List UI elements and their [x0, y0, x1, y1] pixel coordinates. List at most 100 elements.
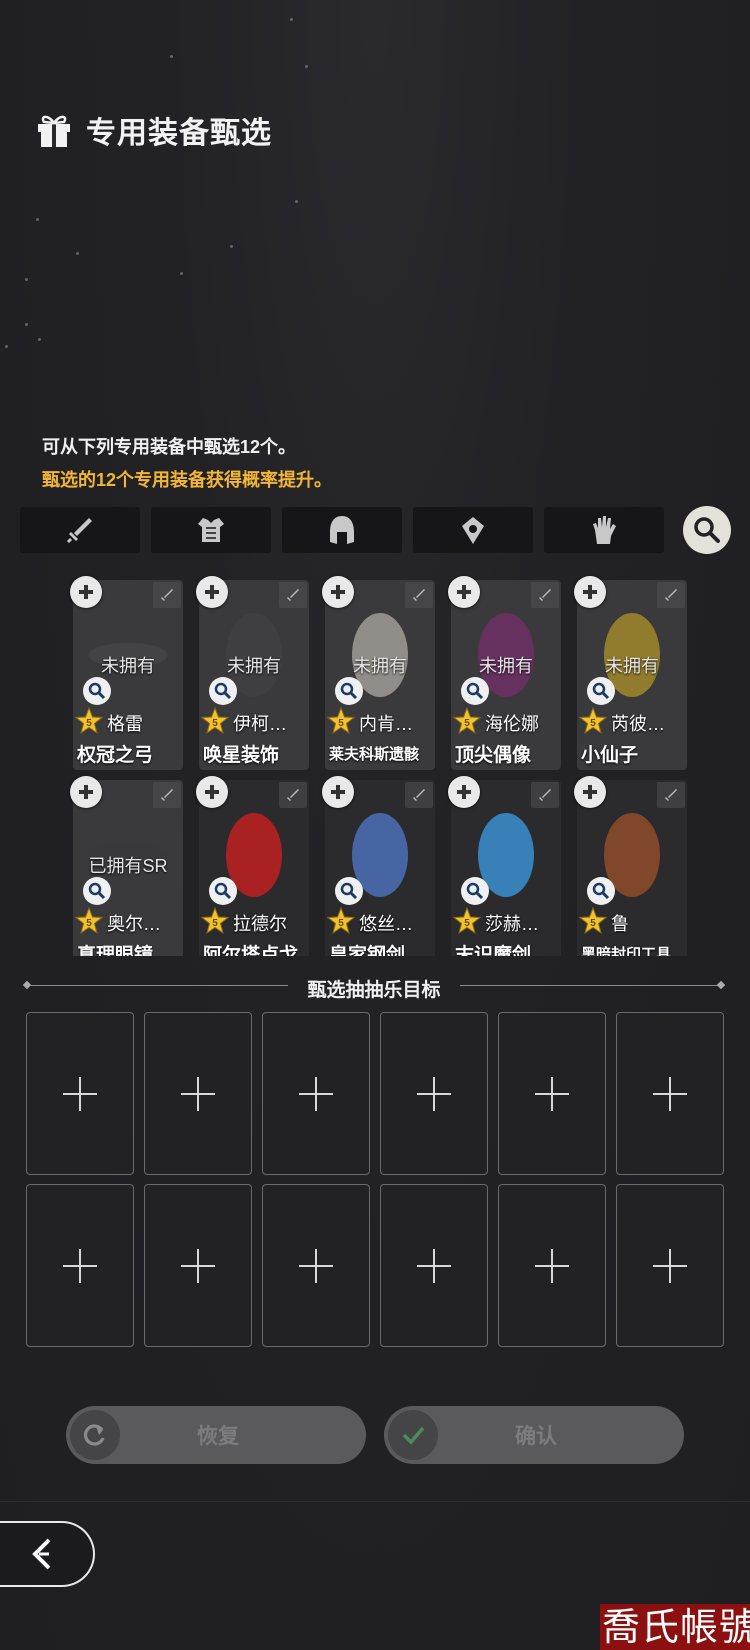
equipment-filter-bar — [20, 507, 664, 553]
add-to-selection-button[interactable] — [322, 776, 354, 808]
add-to-selection-button[interactable] — [70, 776, 102, 808]
add-to-selection-button[interactable] — [448, 576, 480, 608]
add-to-selection-button[interactable] — [196, 776, 228, 808]
back-button[interactable] — [0, 1521, 95, 1587]
equipment-card[interactable]: 未拥有 5 格雷 权冠之弓 — [73, 580, 183, 770]
check-icon — [388, 1410, 438, 1460]
search-button[interactable] — [683, 506, 731, 554]
sword-icon — [66, 518, 92, 544]
empty-target-slot[interactable] — [26, 1012, 134, 1175]
equipment-name: 末识魔剑 — [455, 945, 532, 956]
ownership-status: 未拥有 — [101, 656, 155, 676]
add-to-selection-button[interactable] — [574, 776, 606, 808]
magnify-icon[interactable] — [461, 877, 489, 905]
svg-text:5: 5 — [464, 918, 470, 929]
star-rating-icon: 5 — [201, 707, 229, 735]
star-rating-icon: 5 — [201, 907, 229, 935]
star-rating-icon: 5 — [579, 707, 607, 735]
ownership-status: 未拥有 — [227, 656, 281, 676]
background-star — [25, 323, 28, 326]
equipment-card[interactable]: 未拥有 5 海伦娜 顶尖偶像 — [451, 580, 561, 770]
magnify-icon[interactable] — [461, 677, 489, 705]
add-to-selection-button[interactable] — [448, 776, 480, 808]
star-rating-icon: 5 — [453, 707, 481, 735]
reset-button[interactable]: 恢复 — [66, 1406, 366, 1464]
plus-icon — [181, 1076, 215, 1111]
empty-target-slot[interactable] — [380, 1184, 488, 1347]
add-to-selection-button[interactable] — [574, 576, 606, 608]
plus-icon — [79, 585, 93, 599]
equipment-name: 权冠之弓 — [77, 745, 154, 766]
hero-name: 奥尔… — [107, 914, 161, 934]
armor-type-icon — [657, 582, 685, 608]
svg-text:5: 5 — [590, 718, 596, 729]
divider-line — [460, 985, 718, 986]
empty-target-slot[interactable] — [26, 1184, 134, 1347]
background-star — [76, 252, 79, 255]
equipment-card[interactable]: 未拥有 5 伊柯… 唤星装饰 — [199, 580, 309, 770]
magnify-icon[interactable] — [209, 677, 237, 705]
filter-tab-helmet[interactable] — [282, 507, 402, 553]
description-line-2: 甄选的12个专用装备获得概率提升。 — [42, 470, 333, 490]
plus-icon — [63, 1248, 97, 1283]
hero-name: 鲁 — [611, 914, 629, 934]
background-star — [25, 278, 28, 281]
add-to-selection-button[interactable] — [322, 576, 354, 608]
plus-icon — [653, 1248, 687, 1283]
empty-target-slot[interactable] — [144, 1184, 252, 1347]
empty-target-slot[interactable] — [616, 1012, 724, 1175]
reset-button-label: 恢复 — [197, 1425, 239, 1448]
empty-target-slot[interactable] — [262, 1012, 370, 1175]
star-rating-icon: 5 — [453, 907, 481, 935]
plus-icon — [653, 1076, 687, 1111]
add-to-selection-button[interactable] — [70, 576, 102, 608]
magnify-icon[interactable] — [335, 877, 363, 905]
svg-text:5: 5 — [86, 718, 92, 729]
empty-target-slot[interactable] — [380, 1012, 488, 1175]
empty-target-slot[interactable] — [616, 1184, 724, 1347]
svg-text:5: 5 — [86, 918, 92, 929]
watermark: 喬氏帳號 — [600, 1604, 750, 1650]
filter-tab-accessory[interactable] — [413, 507, 533, 553]
plus-icon — [331, 585, 345, 599]
equipment-name: 皇家钢剑 — [329, 945, 406, 956]
add-to-selection-button[interactable] — [196, 576, 228, 608]
ownership-status: 已拥有SR — [88, 856, 168, 876]
empty-target-slot[interactable] — [144, 1012, 252, 1175]
hero-name: 内肯… — [359, 714, 413, 734]
plus-icon — [535, 1076, 569, 1111]
ownership-status: 未拥有 — [479, 656, 533, 676]
plus-icon — [299, 1076, 333, 1111]
plus-icon — [417, 1248, 451, 1283]
page-title: 专用装备甄选 — [86, 117, 272, 150]
magnify-icon[interactable] — [587, 677, 615, 705]
confirm-button[interactable]: 确认 — [384, 1406, 684, 1464]
equipment-card[interactable]: 未拥有 5 内肯… 莱夫科斯遗骸 — [325, 580, 435, 770]
gift-icon — [38, 115, 70, 147]
filter-tab-armor[interactable] — [151, 507, 271, 553]
magnify-icon[interactable] — [587, 877, 615, 905]
magnify-icon[interactable] — [83, 677, 111, 705]
magnify-icon[interactable] — [335, 677, 363, 705]
plus-icon — [63, 1076, 97, 1111]
selection-target-label: 甄选抽抽乐目标 — [307, 980, 441, 1001]
equipment-name: 小仙子 — [581, 745, 639, 766]
star-rating-icon: 5 — [75, 707, 103, 735]
helmet-type-icon — [531, 582, 559, 608]
background-star — [290, 18, 293, 21]
back-arrow-icon — [31, 1538, 50, 1570]
background-star — [38, 338, 41, 341]
bottom-separator — [0, 1501, 750, 1502]
magnify-icon[interactable] — [209, 877, 237, 905]
equipment-card[interactable]: 未拥有 5 芮彼… 小仙子 — [577, 580, 687, 770]
svg-text:5: 5 — [464, 718, 470, 729]
empty-target-slot[interactable] — [262, 1184, 370, 1347]
svg-text:5: 5 — [212, 918, 218, 929]
star-rating-icon: 5 — [327, 907, 355, 935]
filter-tab-gloves[interactable] — [544, 507, 664, 553]
plus-icon — [417, 1076, 451, 1111]
empty-target-slot[interactable] — [498, 1012, 606, 1175]
magnify-icon[interactable] — [83, 877, 111, 905]
filter-tab-weapon[interactable] — [20, 507, 140, 553]
empty-target-slot[interactable] — [498, 1184, 606, 1347]
